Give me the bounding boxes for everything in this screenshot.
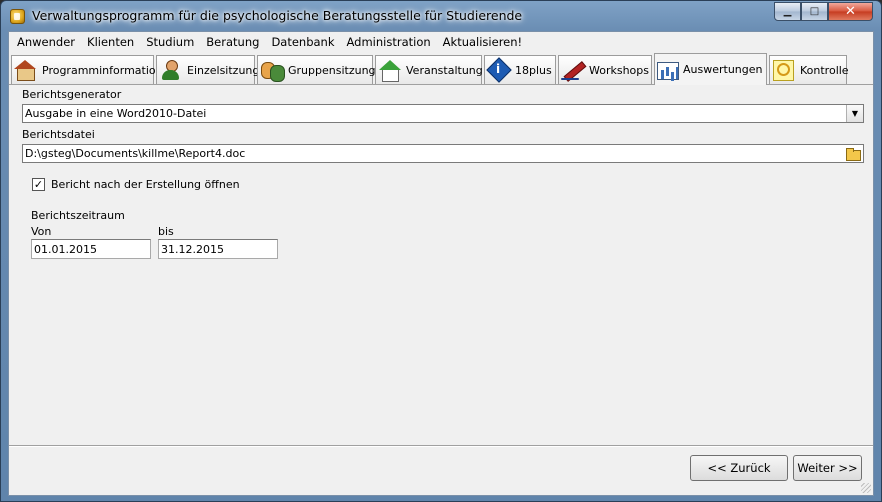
minimize-button[interactable]: ▁ (774, 2, 801, 21)
menu-aktualisieren[interactable]: Aktualisieren! (437, 35, 528, 49)
house-icon (14, 59, 38, 81)
generator-label: Berichtsgenerator (22, 88, 122, 101)
window-controls: ▁ □ ✕ (774, 2, 873, 21)
footer-divider (9, 445, 873, 447)
from-date-value: 01.01.2015 (34, 243, 97, 256)
tab-label: 18plus (515, 63, 552, 77)
menu-anwender[interactable]: Anwender (11, 35, 81, 49)
folder-open-icon[interactable] (845, 146, 861, 161)
group-icon (260, 59, 285, 82)
resize-grip[interactable] (861, 483, 871, 493)
person-icon (159, 59, 183, 81)
window-title: Verwaltungsprogramm für die psychologisc… (32, 8, 523, 23)
app-icon (10, 9, 25, 24)
tab-einzelsitzung[interactable]: Einzelsitzung (156, 55, 259, 84)
maximize-button[interactable]: □ (801, 2, 828, 21)
app-window: Verwaltungsprogramm für die psychologisc… (0, 0, 882, 502)
tab-label: Auswertungen (683, 63, 763, 76)
maximize-icon: □ (809, 6, 820, 17)
tab-label: Einzelsitzung (187, 63, 260, 77)
menu-administration[interactable]: Administration (341, 35, 437, 49)
tab-strip: Programminformation Einzelsitzung Gruppe… (9, 53, 873, 85)
generator-select[interactable]: Ausgabe in eine Word2010-Datei ▼ (22, 104, 864, 123)
open-after-label: Bericht nach der Erstellung öffnen (51, 178, 240, 191)
menu-bar: Anwender Klienten Studium Beratung Daten… (9, 32, 873, 52)
magnifier-icon (772, 59, 796, 81)
report-file-input[interactable]: D:\gsteg\Documents\killme\Report4.doc (22, 144, 864, 163)
back-button[interactable]: << Zurück (690, 455, 788, 481)
next-button[interactable]: Weiter >> (793, 455, 862, 481)
menu-beratung[interactable]: Beratung (200, 35, 265, 49)
open-after-checkbox[interactable]: ✓ (32, 178, 45, 191)
title-bar[interactable]: Verwaltungsprogramm für die psychologisc… (1, 1, 881, 31)
info-diamond-icon (487, 59, 511, 81)
chart-icon (657, 61, 679, 80)
to-date-value: 31.12.2015 (161, 243, 224, 256)
pencil-icon (561, 59, 585, 81)
tab-18plus[interactable]: 18plus (484, 55, 556, 84)
from-date-field[interactable]: 01.01.2015 (31, 239, 151, 259)
close-button[interactable]: ✕ (828, 2, 873, 21)
menu-klienten[interactable]: Klienten (81, 35, 140, 49)
close-icon: ✕ (845, 4, 856, 19)
from-label: Von (31, 225, 52, 238)
report-file-value: D:\gsteg\Documents\killme\Report4.doc (25, 147, 246, 160)
menu-datenbank[interactable]: Datenbank (265, 35, 340, 49)
chevron-down-icon[interactable]: ▼ (846, 105, 863, 122)
tab-label: Kontrolle (800, 63, 849, 77)
tab-programminformation[interactable]: Programminformation (11, 55, 163, 84)
tab-kontrolle[interactable]: Kontrolle (769, 55, 849, 84)
tab-label: Veranstaltung (406, 63, 483, 77)
generator-value: Ausgabe in eine Word2010-Datei (25, 107, 207, 120)
to-label: bis (158, 225, 174, 238)
house-green-icon (378, 59, 402, 82)
tab-auswertungen[interactable]: Auswertungen (654, 53, 767, 85)
menu-studium[interactable]: Studium (140, 35, 200, 49)
tab-gruppensitzung[interactable]: Gruppensitzung (257, 55, 376, 84)
period-label: Berichtszeitraum (31, 209, 125, 222)
tab-label: Workshops (589, 63, 650, 77)
tab-veranstaltung[interactable]: Veranstaltung (375, 55, 483, 84)
tab-label: Gruppensitzung (288, 63, 376, 77)
file-label: Berichtsdatei (22, 128, 95, 141)
tab-label: Programminformation (42, 63, 163, 77)
client-area: Anwender Klienten Studium Beratung Daten… (8, 31, 874, 496)
minimize-icon: ▁ (783, 6, 792, 17)
tab-workshops[interactable]: Workshops (558, 55, 652, 84)
to-date-field[interactable]: 31.12.2015 (158, 239, 278, 259)
